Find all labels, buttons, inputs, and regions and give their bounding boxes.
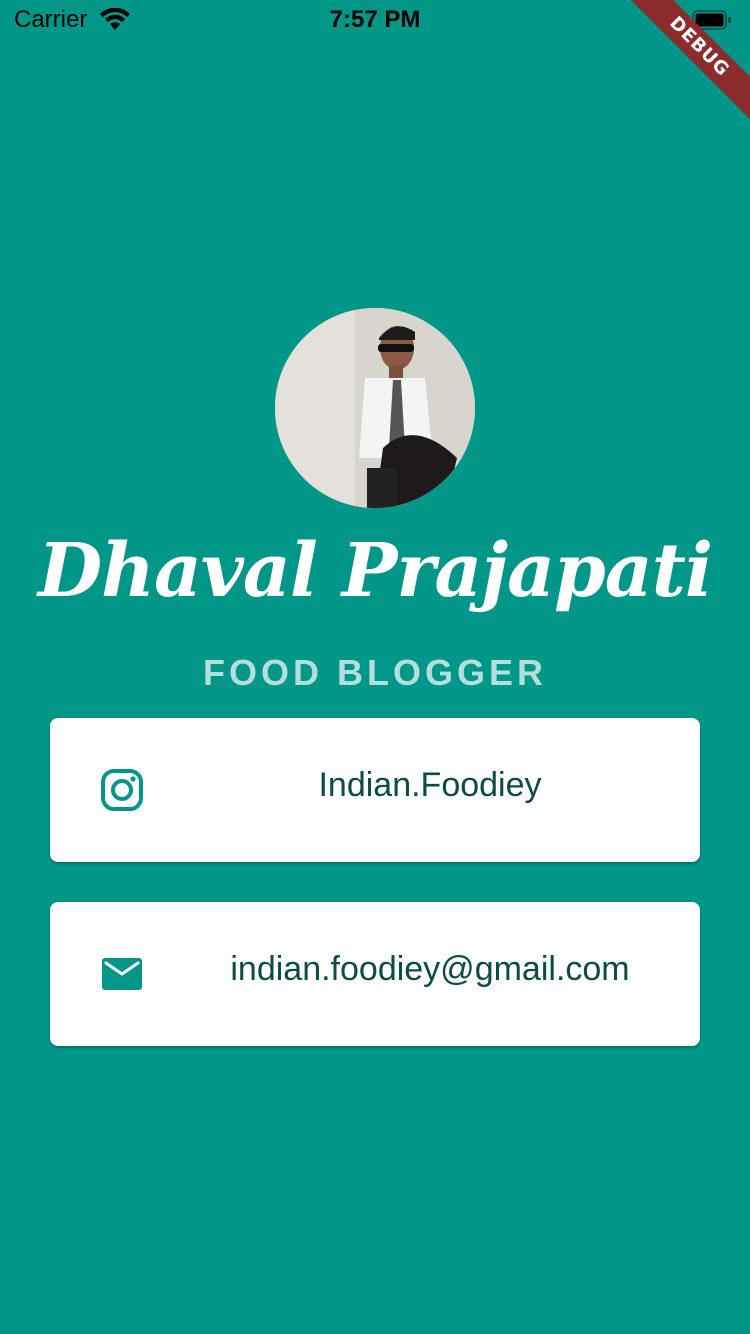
- avatar-photo: [275, 308, 475, 508]
- instagram-handle: Indian.Foodiey: [318, 766, 542, 804]
- instagram-icon: [100, 768, 144, 812]
- status-bar: Carrier 7:57 PM: [0, 0, 750, 40]
- clock-time: 7:57 PM: [329, 6, 421, 33]
- battery-icon: [692, 10, 732, 30]
- instagram-card[interactable]: Indian.Foodiey: [50, 718, 700, 862]
- email-address: indian.foodiey@gmail.com: [230, 950, 630, 988]
- profile-name: Dhaval Prajapati: [37, 528, 713, 614]
- avatar: [275, 308, 475, 508]
- profile-title: FOOD BLOGGER: [203, 652, 547, 693]
- email-card[interactable]: indian.foodiey@gmail.com: [50, 902, 700, 1046]
- mail-icon: [100, 952, 144, 996]
